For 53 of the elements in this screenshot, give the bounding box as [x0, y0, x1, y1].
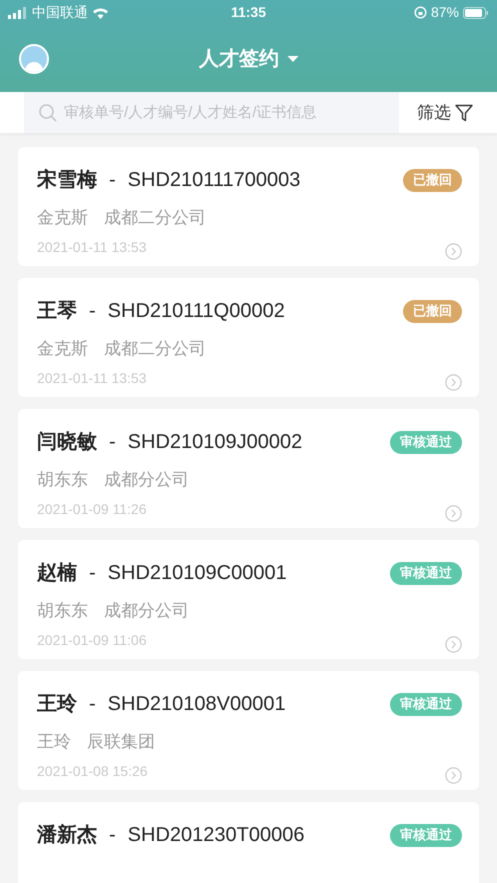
company-name: 成都分公司: [104, 469, 189, 491]
separator-dash: -: [109, 823, 116, 848]
signal-icon: [8, 6, 28, 18]
battery-icon: [462, 6, 489, 18]
status-tag: 审核通过: [390, 692, 462, 716]
agent-name: 金克斯: [37, 207, 88, 229]
person-name: 王玲: [37, 692, 77, 717]
agent-name: 金克斯: [37, 338, 88, 360]
status-tag: 审核通过: [390, 562, 462, 584]
status-tag: 已撤回: [403, 168, 462, 192]
agent-name: 胡东东: [37, 600, 88, 622]
separator-dash: -: [89, 692, 96, 717]
chevron-circle-icon: [445, 636, 462, 652]
filter-icon: [455, 104, 473, 122]
person-name: 赵楠: [37, 561, 77, 586]
chevron-circle-icon: [445, 766, 462, 784]
status-tag: 审核通过: [390, 430, 462, 454]
agent-name: 胡东东: [37, 469, 88, 491]
person-name: 潘新杰: [37, 822, 97, 848]
order-number: SHD210111Q00002: [108, 299, 285, 324]
search-field[interactable]: 审核单号/人才编号/人才姓名/证书信息: [24, 92, 399, 133]
record-card[interactable]: 潘新杰 - SHD201230T00006 审核通过: [18, 802, 479, 883]
order-number: SHD210111700003: [128, 168, 300, 193]
filter-button[interactable]: 筛选: [417, 100, 473, 126]
chevron-circle-icon: [445, 374, 462, 390]
caret-icon: [287, 56, 298, 62]
status-tag: 审核通过: [390, 824, 462, 846]
battery-percent: 87%: [430, 3, 459, 22]
chevron-circle-icon: [445, 504, 462, 522]
avatar[interactable]: [19, 44, 49, 74]
person-name: 闫晓敏: [37, 430, 97, 455]
wifi-icon: [92, 6, 109, 18]
clock-time: 11:35: [230, 3, 266, 22]
separator-dash: -: [89, 299, 96, 324]
company-name: 辰联集团: [87, 731, 155, 753]
order-number: SHD210109J00002: [128, 430, 302, 455]
order-number: SHD210108V00001: [108, 692, 286, 717]
carrier-name: 中国联通: [32, 3, 88, 22]
order-number: SHD201230T00006: [128, 823, 304, 848]
company-name: 成都二分公司: [104, 338, 206, 360]
agent-name: 王玲: [37, 731, 71, 753]
search-icon: [38, 103, 58, 123]
order-number: SHD210109C00001: [108, 561, 287, 586]
company-name: 成都分公司: [104, 600, 189, 622]
separator-dash: -: [109, 430, 116, 455]
rotation-lock-icon: [414, 6, 427, 19]
person-name: 王琴: [37, 299, 77, 324]
company-name: 成都二分公司: [104, 207, 206, 229]
separator-dash: -: [89, 561, 96, 586]
person-name: 宋雪梅: [37, 168, 97, 193]
chevron-circle-icon: [445, 242, 462, 260]
status-tag: 已撤回: [403, 300, 462, 322]
separator-dash: -: [109, 168, 116, 193]
